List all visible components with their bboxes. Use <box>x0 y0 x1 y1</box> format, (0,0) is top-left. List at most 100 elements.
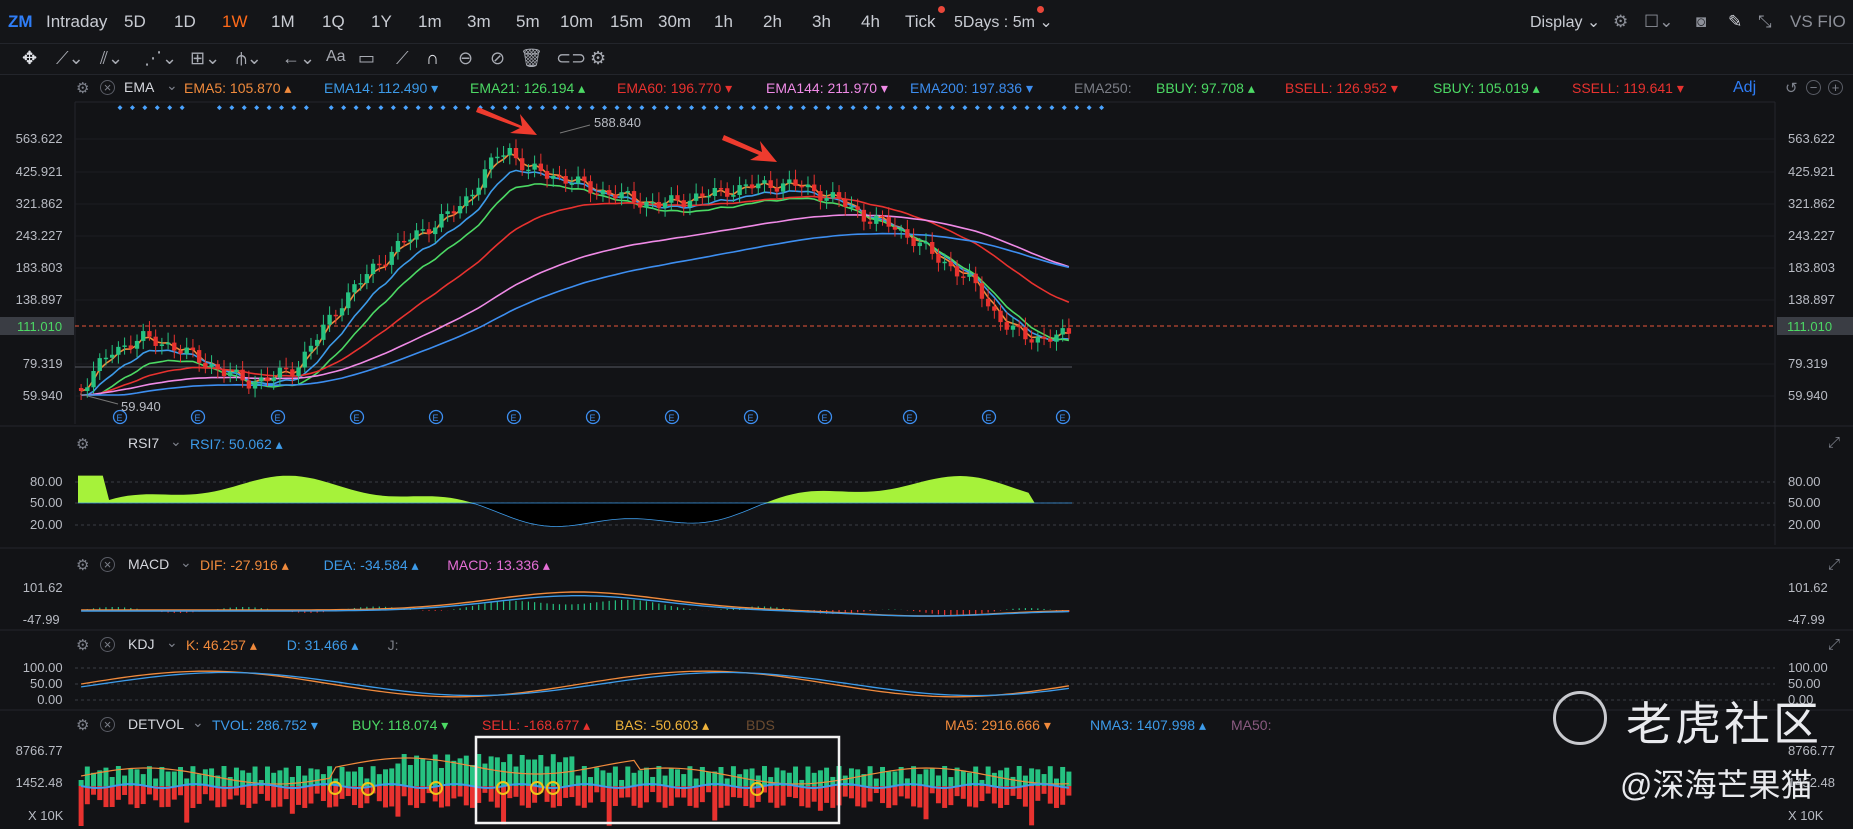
vol-sell-bar <box>985 786 991 794</box>
macd-dropdown-chevron-icon[interactable]: ⌄ <box>180 554 192 571</box>
signal-dot <box>577 105 583 111</box>
main-gridlines <box>75 138 1775 397</box>
vol-buy-bar <box>109 776 115 786</box>
current-price-tag-right: 111.010 <box>1777 317 1853 335</box>
rsi-indicator-name[interactable]: RSI7 <box>128 435 159 451</box>
signal-dot <box>490 105 496 111</box>
signal-dot <box>974 105 980 111</box>
candle-body <box>662 202 668 208</box>
vol-buy-bar <box>407 765 413 786</box>
vol-sell-bar <box>463 786 469 806</box>
kdj-indicator-name[interactable]: KDJ <box>128 636 154 652</box>
rsi-dropdown-chevron-icon[interactable]: ⌄ <box>170 433 182 450</box>
candle-body <box>961 276 966 278</box>
vol-sell-bar <box>768 786 774 803</box>
ema-settings-gear-icon[interactable]: ⚙ <box>76 79 89 97</box>
kdj-legend: K: 46.257 ▴ D: 31.466 ▴ J: <box>186 637 586 655</box>
detvol-legend-item-3: BAS: -50.603 ▴ <box>615 717 710 733</box>
vol-buy-bar <box>302 775 308 786</box>
candle-body <box>787 179 792 184</box>
vol-buy-bar <box>165 771 171 786</box>
rsi-y-tick-r-1: 50.00 <box>1788 495 1821 510</box>
signal-dot <box>738 105 744 111</box>
rsi-y-tick-r-2: 20.00 <box>1788 517 1821 532</box>
vol-sell-bar <box>240 786 246 805</box>
vol-sell-bar <box>470 786 475 808</box>
candle-body <box>973 273 978 284</box>
ema-legend-item-10: SSELL: 119.641 ▾ <box>1572 80 1684 96</box>
ema-legend-item-6: EMA250: <box>1074 80 1132 96</box>
candle-body <box>501 155 506 157</box>
vol-sell-bar <box>395 786 401 817</box>
vol-buy-bar <box>892 771 898 786</box>
candle-body <box>321 324 326 340</box>
earnings-marker-letter: E <box>822 413 828 423</box>
earnings-marker-letter: E <box>986 413 992 423</box>
candle-body <box>259 377 264 382</box>
detvol-legend-item-2: SELL: -168.677 ▴ <box>482 717 591 733</box>
signal-dot <box>1086 105 1092 111</box>
candle-body <box>159 344 165 346</box>
kdj-settings-gear-icon[interactable]: ⚙ <box>76 636 89 654</box>
vol-buy-bar <box>600 770 606 786</box>
ema-close-icon[interactable]: × <box>100 80 115 95</box>
macd-legend: DIF: -27.916 ▴ DEA: -34.584 ▴ MACD: 13.336… <box>200 557 800 575</box>
vol-buy-bar <box>339 766 345 786</box>
vol-sell-bar <box>911 786 917 807</box>
macd-expand-icon[interactable]: ⤢ <box>1828 556 1840 573</box>
vol-sell-bar <box>718 786 724 808</box>
vol-sell-bar <box>861 786 867 808</box>
vol-sell-bar <box>258 786 264 794</box>
detvol-legend-item-6: NMA3: 1407.998 ▴ <box>1090 717 1206 733</box>
vol-buy-bar <box>482 763 488 786</box>
candle-body <box>1048 338 1053 342</box>
vol-sell-bar <box>898 786 904 797</box>
detvol-dropdown-chevron-icon[interactable]: ⌄ <box>192 714 204 731</box>
macd-indicator-name[interactable]: MACD <box>128 556 169 572</box>
zoom-out-icon[interactable]: − <box>1806 80 1821 95</box>
ema-indicator-name[interactable]: EMA <box>124 79 154 95</box>
signal-dot <box>390 105 396 111</box>
vol-sell-bar <box>383 786 389 808</box>
reset-icon[interactable]: ↺ <box>1785 79 1798 97</box>
vol-sell-bar <box>389 786 395 807</box>
adj-toggle[interactable]: Adj <box>1733 79 1756 97</box>
candle-body <box>184 347 189 354</box>
signal-dot <box>602 105 608 111</box>
candle-body <box>874 215 879 224</box>
vol-buy-bar <box>401 754 407 786</box>
rsi-settings-gear-icon[interactable]: ⚙ <box>76 435 89 453</box>
signal-dot <box>440 105 446 111</box>
kdj-dropdown-chevron-icon[interactable]: ⌄ <box>166 634 178 651</box>
detvol-settings-gear-icon[interactable]: ⚙ <box>76 716 89 734</box>
vol-buy-bar <box>960 770 966 786</box>
ema-dropdown-chevron-icon[interactable]: ⌄ <box>166 77 178 94</box>
zoom-in-icon[interactable]: + <box>1828 80 1843 95</box>
main-y-tick-l-2: 321.862 <box>15 196 63 211</box>
kdj-legend-item-0: K: 46.257 ▴ <box>186 637 257 653</box>
vol-sell-bar <box>805 786 811 808</box>
detvol-close-icon[interactable]: × <box>100 717 115 732</box>
candle-body <box>109 354 115 358</box>
main-y-tick-r-0: 563.622 <box>1788 131 1835 146</box>
candle-body <box>426 229 432 235</box>
kdj-expand-icon[interactable]: ⤢ <box>1828 636 1840 653</box>
vol-buy-bar <box>631 772 637 786</box>
macd-settings-gear-icon[interactable]: ⚙ <box>76 556 89 574</box>
signal-dot <box>999 105 1005 111</box>
candle-body <box>762 180 767 184</box>
detvol-legend-item-7: MA50: <box>1231 717 1272 733</box>
candle-body <box>165 342 171 345</box>
vol-buy-bar <box>420 758 426 786</box>
vol-sell-bar <box>333 786 339 807</box>
rsi-expand-icon[interactable]: ⤢ <box>1828 434 1840 451</box>
kdj-y-tick-l-0: 100.00 <box>22 660 63 675</box>
vol-buy-bar <box>911 766 917 786</box>
signal-dot <box>900 105 906 111</box>
detvol-indicator-name[interactable]: DETVOL <box>128 716 184 732</box>
macd-close-icon[interactable]: × <box>100 557 115 572</box>
candle-body <box>116 346 121 355</box>
candle-body <box>998 310 1003 323</box>
vol-buy-bar <box>494 757 500 786</box>
kdj-close-icon[interactable]: × <box>100 637 115 652</box>
